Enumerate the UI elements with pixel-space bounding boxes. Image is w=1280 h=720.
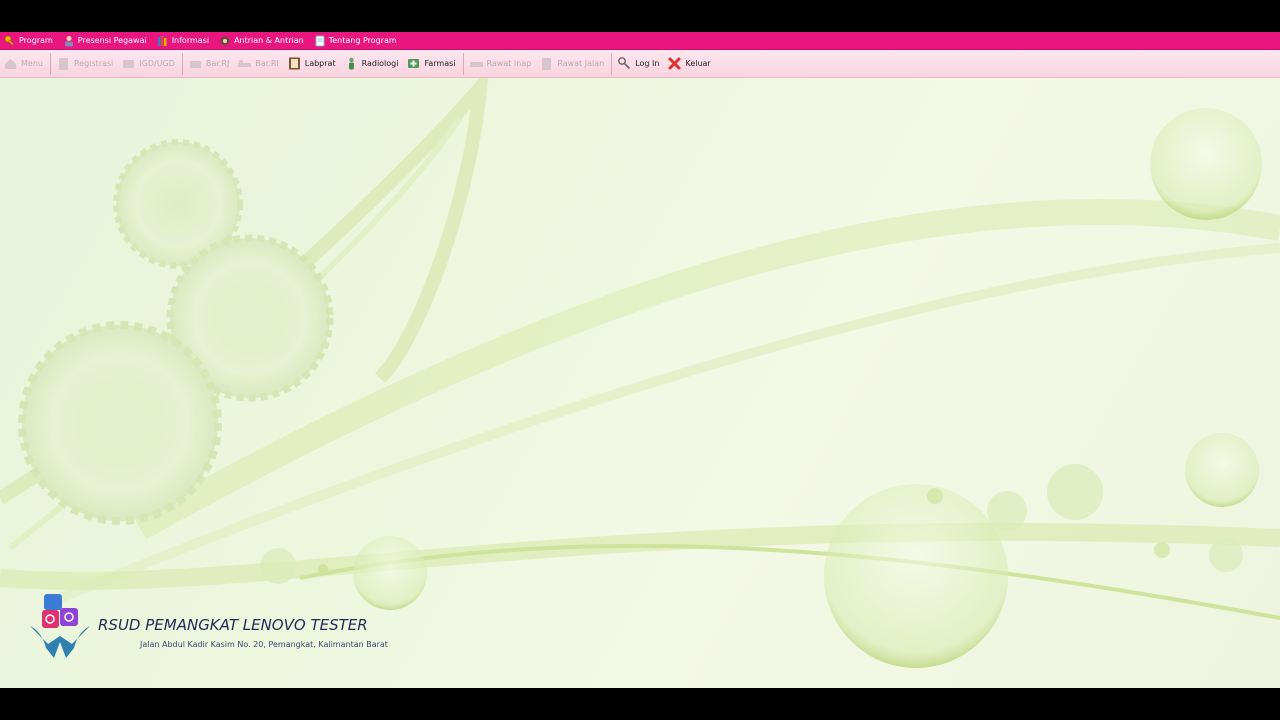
- gear-people-icon: [220, 36, 230, 45]
- hospital-bed-icon: [469, 62, 483, 67]
- igd-ugd-button[interactable]: IGD/UGD: [118, 52, 180, 76]
- farmasi-button[interactable]: Farmasi: [403, 52, 460, 76]
- toolbar-separator: [611, 52, 613, 75]
- bed-icon: [238, 60, 252, 67]
- bar-rj-button-label: Bar.RJ: [205, 59, 230, 68]
- emergency-icon: [123, 60, 135, 68]
- menu-program-label: Program: [19, 36, 53, 45]
- book-icon: [288, 57, 300, 70]
- menu-program[interactable]: Program: [0, 32, 59, 49]
- hospital-address: Jalan Abdul Kadir Kasim No. 20, Pemangka…: [140, 640, 388, 649]
- outpatient-icon: [542, 58, 552, 70]
- log-in-button-label: Log In: [635, 59, 660, 68]
- menu-presensi-pegawai[interactable]: Presensi Pegawai: [59, 32, 153, 49]
- login-key-icon: [618, 57, 631, 70]
- menu-button-label: Menu: [21, 59, 43, 68]
- toolbar: Menu Registrasi IGD/UGD Bar.RJ Bar.RI La…: [0, 50, 1280, 78]
- register-icon: [189, 61, 201, 68]
- books-icon: [157, 35, 167, 46]
- rawat-inap-button-label: Rawat Inap: [486, 59, 532, 68]
- radiology-icon: [348, 57, 354, 70]
- rawat-inap-button[interactable]: Rawat Inap: [466, 52, 537, 76]
- hospital-logo-icon: [30, 594, 90, 658]
- person-icon: [64, 35, 73, 46]
- registrasi-button[interactable]: Registrasi: [53, 52, 118, 76]
- keluar-button-label: Keluar: [685, 59, 711, 68]
- letterbox-bottom: [0, 688, 1280, 720]
- toolbar-separator: [462, 52, 464, 75]
- hospital-name: RSUD PEMANGKAT LENOVO TESTER: [98, 616, 368, 634]
- close-icon: [668, 57, 681, 70]
- menu-tentang-label: Tentang Program: [328, 36, 397, 45]
- log-in-button[interactable]: Log In: [614, 52, 664, 76]
- menu-antrian[interactable]: Antrian & Antrian: [215, 32, 310, 49]
- labprat-button-label: Labprat: [304, 59, 336, 68]
- pharmacy-icon: [408, 59, 420, 68]
- igd-ugd-button-label: IGD/UGD: [139, 59, 175, 68]
- letterbox-top: [0, 0, 1280, 32]
- menu-presensi-label: Presensi Pegawai: [77, 36, 147, 45]
- toolbar-separator: [49, 52, 51, 75]
- farmasi-button-label: Farmasi: [424, 59, 456, 68]
- menu-tentang-program[interactable]: Tentang Program: [310, 32, 403, 49]
- bar-ri-button-label: Bar.RI: [255, 59, 279, 68]
- menu-button[interactable]: Menu: [0, 52, 48, 76]
- bar-rj-button[interactable]: Bar.RJ: [185, 52, 234, 76]
- clipboard-icon: [58, 58, 68, 70]
- labprat-button[interactable]: Labprat: [284, 52, 341, 76]
- bar-ri-button[interactable]: Bar.RI: [234, 52, 283, 76]
- radiologi-button[interactable]: Radiologi: [341, 52, 404, 76]
- document-icon: [315, 35, 325, 46]
- desktop-background: RSUD PEMANGKAT LENOVO TESTER Jalan Abdul…: [0, 78, 1280, 688]
- menu-antrian-label: Antrian & Antrian: [234, 36, 304, 45]
- keluar-button[interactable]: Keluar: [664, 52, 715, 76]
- toolbar-separator: [181, 52, 183, 75]
- menu-informasi-label: Informasi: [171, 36, 210, 45]
- menu-bar: Program Presensi Pegawai Informasi Antri…: [0, 32, 1280, 50]
- menu-informasi[interactable]: Informasi: [153, 32, 215, 49]
- wallpaper-graphic: [0, 78, 1280, 668]
- rawat-jalan-button[interactable]: Rawat Jalan: [536, 52, 609, 76]
- radiologi-button-label: Radiologi: [361, 59, 399, 68]
- home-icon: [5, 59, 16, 69]
- key-icon: [4, 35, 14, 45]
- registrasi-button-label: Registrasi: [73, 59, 114, 68]
- rawat-jalan-button-label: Rawat Jalan: [557, 59, 605, 68]
